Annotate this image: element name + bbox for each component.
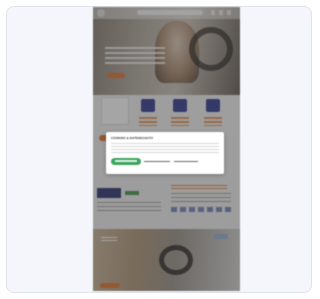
- reject-button[interactable]: [144, 159, 170, 164]
- settings-button[interactable]: [174, 159, 198, 164]
- cookie-consent-dialog: COOKIES & DATENSCHUTZ: [106, 132, 224, 174]
- accept-button[interactable]: [111, 158, 141, 165]
- dialog-title: COOKIES & DATENSCHUTZ: [111, 136, 154, 140]
- dialog-body-text: [111, 143, 219, 153]
